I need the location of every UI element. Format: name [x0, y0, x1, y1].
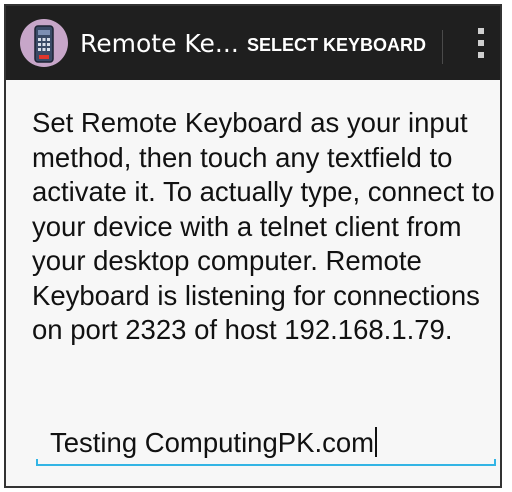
overflow-dot [478, 28, 484, 34]
app-window: Remote Ke... SELECT KEYBOARD Set Remote … [4, 4, 502, 488]
select-keyboard-button[interactable]: SELECT KEYBOARD [241, 30, 432, 60]
text-field-underline-right-tick [494, 459, 496, 466]
text-field-value-wrapper: Testing ComputingPK.com [50, 424, 378, 462]
app-title: Remote Ke... [80, 29, 239, 58]
overflow-dot [478, 40, 484, 46]
remote-control-icon-graphic [34, 25, 54, 63]
text-cursor [375, 427, 378, 457]
text-field-underline [36, 464, 496, 466]
action-bar-divider [442, 30, 443, 64]
test-text-field[interactable]: Testing ComputingPK.com [36, 424, 496, 466]
instructions-text: Set Remote Keyboard as your input method… [32, 107, 495, 345]
action-bar: Remote Ke... SELECT KEYBOARD [6, 6, 500, 80]
overflow-menu-icon[interactable] [466, 28, 496, 60]
text-field-underline-left-tick [36, 459, 38, 466]
overflow-dot [478, 52, 484, 58]
remote-control-icon[interactable] [20, 19, 68, 67]
text-field-value: Testing ComputingPK.com [50, 427, 375, 458]
